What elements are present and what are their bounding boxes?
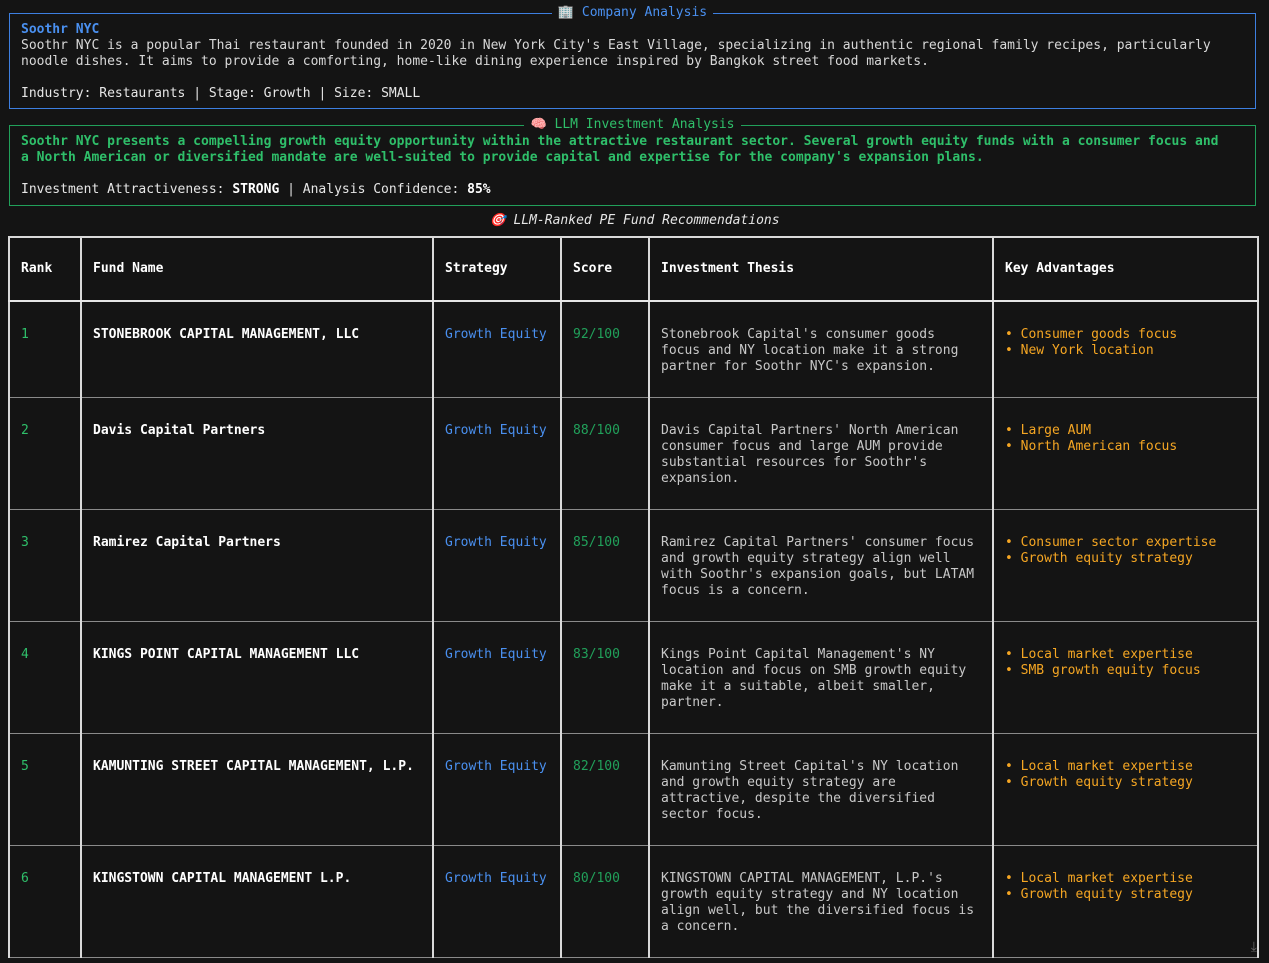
industry-value: Restaurants [99,86,186,101]
header-thesis[interactable]: Investment Thesis [648,236,994,302]
building-icon: 🏢 [557,5,575,20]
strategy-cell: Growth Equity [432,844,562,958]
fund-name-cell: KINGS POINT CAPITAL MANAGEMENT LLC [80,620,434,734]
strategy-cell: Growth Equity [432,300,562,398]
rank-cell: 3 [8,508,82,622]
thesis-cell: Kings Point Capital Management's NY loca… [648,620,994,734]
advantage-item: • New York location [1005,343,1154,358]
advantage-item: • Local market expertise [1005,646,1193,662]
strategy-cell: Growth Equity [432,508,562,622]
fund-name-cell: Ramirez Capital Partners [80,508,434,622]
table-row[interactable]: 3 Ramirez Capital Partners Growth Equity 85… [8,508,1259,622]
advantage-item: • North American focus [1005,438,1178,454]
advantages-cell: • Consumer goods focus • New York locatio… [992,300,1259,398]
table-row[interactable]: 2 Davis Capital Partners Growth Equity 88/1… [8,396,1259,510]
advantages-cell: • Consumer sector expertise • Growth equi… [992,508,1259,622]
thesis-cell: KINGSTOWN CAPITAL MANAGEMENT, L.P.'s gro… [648,844,994,958]
company-name: Soothr NYC [21,22,100,37]
strategy-cell: Growth Equity [432,396,562,510]
rank-cell: 6 [8,844,82,958]
llm-analysis-panel: 🧠 LLM Investment Analysis Soothr NYC pre… [9,117,1256,206]
company-analysis-panel: 🏢 Company Analysis Soothr NYC Soothr NYC… [9,5,1256,109]
attractiveness-label: Investment Attractiveness: [21,182,225,197]
advantage-item: • Consumer sector expertise [1005,534,1217,550]
header-strategy[interactable]: Strategy [432,236,562,302]
thesis-cell: Ramirez Capital Partners' consumer focus… [648,508,994,622]
header-advantages[interactable]: Key Advantages [992,236,1259,302]
stage-label: Stage: [208,86,256,101]
header-fund-name[interactable]: Fund Name [80,236,434,302]
advantage-item: • Consumer goods focus [1005,327,1178,342]
fund-rankings-table: Rank Fund Name Strategy Score Investment… [8,236,1259,958]
table-row[interactable]: 5 KAMUNTING STREET CAPITAL MANAGEMENT, L.… [8,732,1259,846]
rank-cell: 5 [8,732,82,846]
advantages-cell: • Local market expertise • Growth equity … [992,732,1259,846]
strategy-cell: Growth Equity [432,732,562,846]
company-meta: Industry: Restaurants | Stage: Growth | … [21,86,421,101]
table-row[interactable]: 1 STONEBROOK CAPITAL MANAGEMENT, LLC Growt… [8,300,1259,398]
advantage-item: • Growth equity strategy [1005,550,1193,566]
target-icon: 🎯 [489,213,506,228]
rank-cell: 1 [8,300,82,398]
confidence-label: Analysis Confidence: [302,182,460,197]
rankings-title: 🎯 LLM-Ranked PE Fund Recommendations [489,213,780,228]
advantage-item: • Large AUM [1005,422,1092,438]
advantages-cell: • Local market expertise • Growth equity … [992,844,1259,958]
llm-metrics: Investment Attractiveness: STRONG | Anal… [21,182,491,197]
thesis-cell: Kamunting Street Capital's NY location a… [648,732,994,846]
score-cell: 88/100 [560,396,650,510]
score-cell: 92/100 [560,300,650,398]
company-description: Soothr NYC is a popular Thai restaurant … [21,38,1211,69]
advantage-item: • Local market expertise [1005,870,1193,886]
score-cell: 80/100 [560,844,650,958]
table-row[interactable]: 4 KINGS POINT CAPITAL MANAGEMENT LLC Growt… [8,620,1259,734]
fund-name-cell: STONEBROOK CAPITAL MANAGEMENT, LLC [80,300,434,398]
thesis-cell: Davis Capital Partners' North American c… [648,396,994,510]
fund-name-cell: KINGSTOWN CAPITAL MANAGEMENT L.P. [80,844,434,958]
advantages-cell: • Local market expertise • SMB growth equ… [992,620,1259,734]
llm-analysis-title: 🧠 LLM Investment Analysis [524,117,741,132]
company-analysis-title: 🏢 Company Analysis [551,5,714,20]
table-row[interactable]: 6 KINGSTOWN CAPITAL MANAGEMENT L.P. Growth… [8,844,1259,958]
advantage-item: • SMB growth equity focus [1005,662,1201,678]
llm-summary: Soothr NYC presents a compelling growth … [21,134,1219,165]
advantages-cell: • Large AUM • North American focus [992,396,1259,510]
advantage-item: • Local market expertise [1005,758,1193,774]
size-label: Size: [334,86,374,101]
stage-value: Growth [263,86,311,101]
header-rank[interactable]: Rank [8,236,82,302]
terminal-window: 🏢 Company Analysis Soothr NYC Soothr NYC… [0,0,1269,963]
fund-name-cell: Davis Capital Partners [80,396,434,510]
size-value: SMALL [381,86,421,101]
industry-label: Industry: [21,86,92,101]
table-header-row: Rank Fund Name Strategy Score Investment… [8,236,1259,302]
score-cell: 83/100 [560,620,650,734]
confidence-value: 85% [467,182,491,197]
rank-cell: 4 [8,620,82,734]
header-score[interactable]: Score [560,236,650,302]
fund-name-cell: KAMUNTING STREET CAPITAL MANAGEMENT, L.P… [80,732,434,846]
brain-icon: 🧠 [530,117,547,132]
score-cell: 82/100 [560,732,650,846]
thesis-cell: Stonebrook Capital's consumer goods focu… [648,300,994,398]
strategy-cell: Growth Equity [432,620,562,734]
score-cell: 85/100 [560,508,650,622]
attractiveness-value: STRONG [232,182,280,197]
advantage-item: • Growth equity strategy [1005,774,1193,790]
advantage-item: • Growth equity strategy [1005,886,1193,902]
scroll-down-icon[interactable]: ⤓ [1251,939,1257,955]
rank-cell: 2 [8,396,82,510]
